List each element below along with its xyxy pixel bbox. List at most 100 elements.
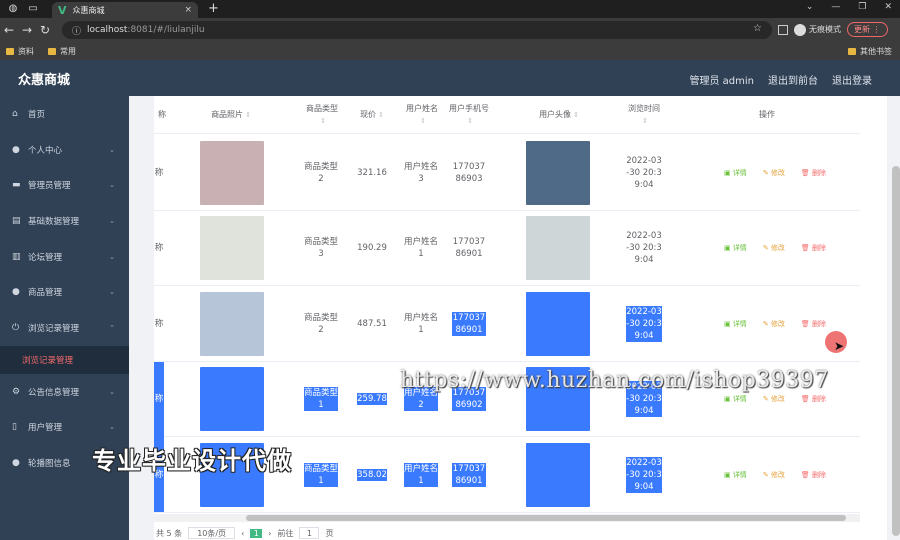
- sort-icon[interactable]: ⇕: [320, 115, 326, 127]
- sidebar-item-admins[interactable]: ▬ 管理员管理 ⌄: [0, 167, 129, 203]
- th-price[interactable]: 现价 ⇕: [352, 96, 392, 134]
- detail-button[interactable]: ▣ 详情: [724, 167, 747, 179]
- cell-goods-type: 商品类型2: [304, 161, 339, 184]
- profile-button[interactable]: 无痕模式: [794, 23, 841, 36]
- update-button[interactable]: 更新 ⋮: [847, 22, 888, 37]
- sidebar-item-notice[interactable]: ⚙ 公告信息管理 ⌄: [0, 374, 129, 410]
- cell-goods-photo: [200, 211, 264, 286]
- minimize-icon[interactable]: —: [831, 2, 840, 12]
- cell-browse-time: 2022-03-30 20:39:04: [626, 456, 662, 493]
- globe-icon[interactable]: ◍: [6, 2, 20, 16]
- cell-user-name: 用户姓名1: [404, 312, 439, 335]
- cell-goods-type: 商品类型2: [304, 312, 339, 335]
- th-user-name[interactable]: 用户姓名 ⇕: [398, 96, 446, 134]
- info-icon[interactable]: ⓘ: [72, 24, 81, 37]
- delete-button[interactable]: 🗑 删除: [801, 318, 826, 330]
- star-icon[interactable]: ☆: [753, 23, 762, 34]
- th-goods-photo[interactable]: 商品照片 ⇕: [200, 96, 262, 134]
- chevron-down-icon[interactable]: ⌄: [806, 2, 814, 12]
- edit-button[interactable]: ✎ 修改: [763, 242, 785, 254]
- sidebar-subitem-browse-records[interactable]: 浏览记录管理: [0, 345, 129, 374]
- goods-photo: [200, 291, 264, 356]
- folder-icon: [48, 47, 56, 55]
- side-panel-icon[interactable]: [778, 24, 788, 35]
- reload-icon[interactable]: ↻: [36, 23, 54, 37]
- sidebar-item-browse-records[interactable]: ⏻ 浏览记录管理 ⌃: [0, 310, 129, 346]
- sidebar-item-users[interactable]: ▯ 用户管理 ⌄: [0, 410, 129, 446]
- scroll-thumb[interactable]: [892, 166, 900, 536]
- home-icon: ⌂: [12, 108, 18, 119]
- page-number-1[interactable]: 1: [250, 528, 263, 538]
- horizontal-scrollbar[interactable]: [154, 514, 860, 522]
- sort-icon[interactable]: ⇕: [573, 109, 579, 121]
- sort-icon[interactable]: ⇕: [642, 115, 648, 127]
- delete-button[interactable]: 🗑 删除: [801, 242, 826, 254]
- bookmark-folder-ziliao[interactable]: 资料: [6, 46, 34, 57]
- cell-user-avatar: [526, 211, 590, 286]
- delete-button[interactable]: 🗑 删除: [801, 167, 826, 179]
- delete-button[interactable]: 🗑 删除: [801, 393, 826, 405]
- th-user-phone[interactable]: 用户手机号 ⇕: [448, 96, 490, 134]
- app-title: 众惠商城: [18, 72, 71, 88]
- forward-icon[interactable]: →: [18, 23, 36, 37]
- settings-icon: ⚙: [12, 386, 21, 397]
- back-to-front-link[interactable]: 退出到前台: [768, 72, 818, 87]
- scroll-thumb[interactable]: [246, 515, 846, 521]
- cell-actions: ▣ 详情 ✎ 修改 🗑 删除: [700, 211, 850, 286]
- th-goods-type[interactable]: 商品类型 ⇕: [298, 96, 346, 134]
- edit-button[interactable]: ✎ 修改: [763, 167, 785, 179]
- chevron-down-icon: ⌄: [109, 423, 115, 432]
- page-size-select[interactable]: 10条/页: [188, 527, 236, 539]
- back-icon[interactable]: ←: [0, 23, 18, 37]
- cell-goods-photo: [200, 286, 264, 361]
- other-bookmarks[interactable]: 其他书签: [848, 46, 892, 57]
- vertical-scrollbar[interactable]: [890, 96, 900, 540]
- chevron-down-icon: ⌄: [109, 181, 115, 190]
- next-page-button[interactable]: ›: [268, 529, 271, 538]
- sidebar-item-personal[interactable]: ● 个人中心 ⌄: [0, 132, 129, 168]
- th-actions: 操作: [759, 110, 775, 119]
- detail-button[interactable]: ▣ 详情: [724, 469, 747, 481]
- delete-button[interactable]: 🗑 删除: [801, 469, 826, 481]
- logout-link[interactable]: 退出登录: [832, 72, 872, 87]
- detail-button[interactable]: ▣ 详情: [724, 242, 747, 254]
- user-avatar: [526, 216, 590, 280]
- goto-page-input[interactable]: 1: [299, 527, 320, 539]
- tab-title: 众惠商城: [72, 5, 105, 15]
- bookmark-folder-changyong[interactable]: 常用: [48, 46, 76, 57]
- table-row[interactable]: 称 商品类型2 487.51 用户姓名1 17703786901 2022-03-30 2…: [154, 286, 860, 362]
- edit-button[interactable]: ✎ 修改: [763, 469, 785, 481]
- sort-icon[interactable]: ⇕: [420, 115, 426, 127]
- sidebar-item-basic-data[interactable]: ▤ 基础数据管理 ⌄: [0, 203, 129, 239]
- close-icon[interactable]: ✕: [884, 2, 892, 12]
- table-row[interactable]: 称 商品类型3 190.29 用户姓名1 17703786901 2022-03-30 2…: [154, 211, 860, 286]
- browser-tab[interactable]: V 众惠商城 ×: [52, 2, 198, 18]
- th-user-avatar[interactable]: 用户头像 ⇕: [526, 96, 592, 134]
- detail-button[interactable]: ▣ 详情: [724, 318, 747, 330]
- detail-button[interactable]: ▣ 详情: [724, 393, 747, 405]
- tab-close-icon[interactable]: ×: [184, 5, 192, 15]
- sidebar-item-goods[interactable]: ● 商品管理 ⌄: [0, 274, 129, 310]
- sidebar-item-forum[interactable]: ▥ 论坛管理 ⌄: [0, 239, 129, 275]
- chevron-down-icon: ⌄: [109, 216, 115, 225]
- table-row[interactable]: 称 商品类型2 321.16 用户姓名3 17703786903 2022-03-30 2…: [154, 135, 860, 211]
- edit-button[interactable]: ✎ 修改: [763, 393, 785, 405]
- sort-icon[interactable]: ⇕: [378, 109, 384, 121]
- prev-page-button[interactable]: ‹: [241, 529, 244, 538]
- url-field[interactable]: ⓘ localhost:8081/#/liulanjilu ☆: [62, 21, 772, 39]
- maximize-icon[interactable]: ❐: [858, 2, 866, 12]
- new-tab-icon[interactable]: +: [208, 1, 219, 16]
- cell-user-avatar: [526, 437, 590, 512]
- window-icon[interactable]: ▭: [26, 2, 40, 16]
- th-name: 称: [158, 110, 166, 119]
- cell-user-name: 用户姓名1: [404, 237, 439, 259]
- chevron-down-icon: ⌄: [109, 288, 115, 297]
- edit-button[interactable]: ✎ 修改: [763, 318, 785, 330]
- sort-icon[interactable]: ⇕: [245, 109, 251, 121]
- cell-user-phone: 17703786901: [452, 237, 486, 259]
- th-browse-time[interactable]: 浏览时间 ⇕: [622, 96, 666, 134]
- sidebar-item-home[interactable]: ⌂ 首页: [0, 96, 129, 132]
- sort-icon[interactable]: ⇕: [467, 115, 473, 127]
- phone-icon: ▯: [12, 422, 17, 433]
- bookmarks-bar: 资料 常用 其他书签: [0, 42, 900, 60]
